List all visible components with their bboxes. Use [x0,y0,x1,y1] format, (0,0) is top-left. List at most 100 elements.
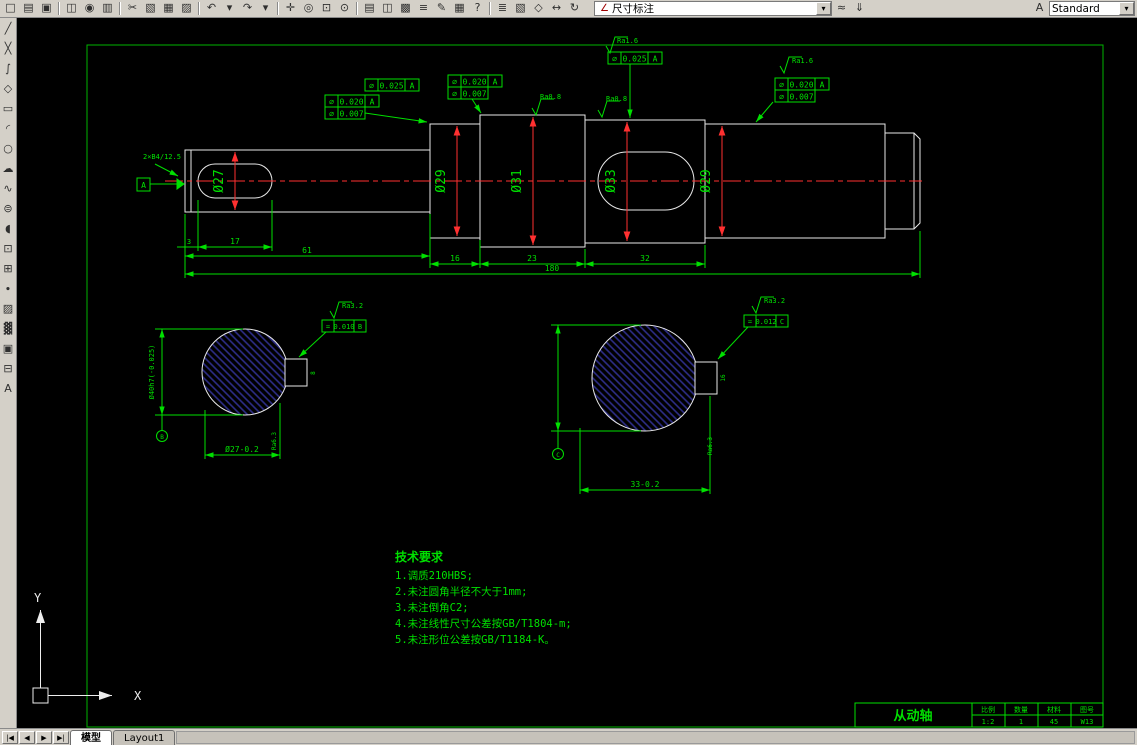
designcenter-icon[interactable]: ◫ [379,1,396,16]
tool-palettes-icon[interactable]: ▩ [397,1,414,16]
tab-nav-next-button[interactable]: ▶ [36,731,52,744]
rectangle-icon[interactable]: ▭ [1,100,16,120]
dim-text-33-flat: 33-0.2 [631,480,660,489]
layer-properties-icon[interactable]: ≣ [494,1,511,16]
model-space-canvas[interactable]: 从动轴 比例 数量 材料 图号 1:2 1 45 W13 Ø27 Ø29 Ø31… [17,18,1137,728]
dia-label-29b: Ø29 [699,169,714,192]
dim-text-180: 180 [545,264,560,273]
undo-icon[interactable]: ↶ [203,1,220,16]
redo-dropdown-icon[interactable]: ▾ [257,1,274,16]
dim-style-combo[interactable]: ∠ 尺寸标注 ▾ [594,1,832,16]
zoom-realtime-icon[interactable]: ◎ [300,1,317,16]
plot-preview-icon[interactable]: ◉ [81,1,98,16]
publish-icon[interactable]: ▥ [99,1,116,16]
f3-symbol: ⌀ [329,110,334,119]
shaft-drawing: 从动轴 比例 数量 材料 图号 1:2 1 45 W13 Ø27 Ø29 Ø31… [32,36,1104,728]
copy-icon[interactable]: ▧ [142,1,159,16]
polygon-icon[interactable]: ◇ [1,80,16,100]
line-icon[interactable]: ╱ [1,20,16,40]
point-icon[interactable]: ∙ [1,280,16,300]
leader-right-group [755,101,774,123]
match-properties-icon[interactable]: ▨ [178,1,195,16]
tab-model[interactable]: 模型 [70,730,112,745]
multiline-text-icon[interactable]: A [1,380,16,400]
tech-line-2: 2.未注圆角半径不大于1mm; [395,585,527,598]
f8-symbol: ⌀ [779,93,784,102]
spline-icon[interactable]: ∿ [1,180,16,200]
tab-nav-prev-button[interactable]: ◀ [19,731,35,744]
ellipse-icon[interactable]: ⊜ [1,200,16,220]
markup-set-manager-icon[interactable]: ✎ [433,1,450,16]
paste-icon[interactable]: ▦ [160,1,177,16]
dim-reassociate-icon[interactable]: ⇓ [851,1,868,16]
gradient-icon[interactable]: ▓ [1,320,16,340]
dim-combo-dropdown-icon[interactable]: ▾ [816,2,831,15]
dim-update-icon[interactable]: ≈ [833,1,850,16]
help-icon[interactable]: ? [469,1,486,16]
tab-layout1[interactable]: Layout1 [113,730,176,745]
pan-icon[interactable]: ✛ [282,1,299,16]
text-style-icon[interactable]: A [1031,1,1048,16]
sheet-set-manager-icon[interactable]: ≡ [415,1,432,16]
new-file-icon[interactable]: □ [2,1,19,16]
open-file-icon[interactable]: ▤ [20,1,37,16]
layer-control-icon[interactable]: ▧ [512,1,529,16]
quickcalc-icon[interactable]: ▦ [451,1,468,16]
insert-block-icon[interactable]: ⊡ [1,240,16,260]
style-combo-dropdown-icon[interactable]: ▾ [1119,2,1134,15]
dim-toolbar-icon-strip: ≈ ⇓ [833,1,868,16]
note-leader [154,163,179,177]
object-snap-icon[interactable]: ◇ [530,1,547,16]
zoom-window-icon[interactable]: ⊡ [318,1,335,16]
ellipse-arc-icon[interactable]: ◖ [1,220,16,240]
draw-toolbar-icon-strip: ╱ ╳ ∫ ◇ ▭ ◜ ○ ☁ ∿ ⊜ ◖ ⊡ ⊞ ∙ ▨ ▓ ▣ ⊟ A [1,20,16,400]
redo-icon[interactable]: ↷ [239,1,256,16]
arc-icon[interactable]: ◜ [1,120,16,140]
save-icon[interactable]: ▣ [38,1,55,16]
toolbar-separator [119,2,121,15]
revision-cloud-icon[interactable]: ☁ [1,160,16,180]
f5-value: 0.007 [462,90,486,99]
dim-style-value: 尺寸标注 [612,2,654,15]
text-style-combo[interactable]: Standard ▾ [1049,1,1135,16]
undo-dropdown-icon[interactable]: ▾ [221,1,238,16]
f5-symbol: ⌀ [452,90,457,99]
hatch-icon[interactable]: ▨ [1,300,16,320]
f1-symbol: ⌀ [369,82,374,91]
zoom-previous-icon[interactable]: ⊙ [336,1,353,16]
draw-toolbar: ╱ ╳ ∫ ◇ ▭ ◜ ○ ☁ ∿ ⊜ ◖ ⊡ ⊞ ∙ ▨ ▓ ▣ ⊟ A [0,18,17,728]
title-header-material: 材料 [1047,705,1061,714]
redraw-icon[interactable]: ↻ [566,1,583,16]
roughness-text-r2: Ra0.8 [606,95,627,103]
f1-datum: A [410,82,415,91]
make-block-icon[interactable]: ⊞ [1,260,16,280]
roughness-text-r3: Ra1.6 [617,37,638,45]
tab-nav-last-button[interactable]: ▶| [53,731,69,744]
f4-value: 0.020 [462,78,486,87]
circle-icon[interactable]: ○ [1,140,16,160]
dia-label-27: Ø27 [212,169,227,192]
f6-symbol: ⌀ [612,55,617,64]
cut-icon[interactable]: ✂ [124,1,141,16]
top-toolbar: □ ▤ ▣ ◫ ◉ ▥ ✂ ▧ ▦ ▨ ↶ ▾ ↷ ▾ ✛ ◎ ⊡ ⊙ ▤ ◫ ▩ ≡ ✎ ▦? ≣ ▧ ◇ ↔ ↻ ∠ 尺寸标注 ▾ … [0,0,1137,18]
toolbar-separator [489,2,491,15]
table-icon[interactable]: ⊟ [1,360,16,380]
part-name: 从动轴 [893,708,932,724]
properties-icon[interactable]: ▤ [361,1,378,16]
tech-title: 技术要求 [395,549,444,564]
dia-label-31: Ø31 [510,169,525,192]
roughness-text-r8: Ra6.3 [707,437,714,455]
construction-line-icon[interactable]: ╳ [1,40,16,60]
plot-icon[interactable]: ◫ [63,1,80,16]
polyline-icon[interactable]: ∫ [1,60,16,80]
datum-c-label: C [556,452,560,459]
f9-datum: B [358,323,362,331]
dim-style-icon: ∠ [600,2,609,14]
distance-icon[interactable]: ↔ [548,1,565,16]
layout-tab-bar: |◀ ◀ ▶ ▶| 模型 Layout1 [0,728,1137,745]
region-icon[interactable]: ▣ [1,340,16,360]
tab-nav-first-button[interactable]: |◀ [2,731,18,744]
tab-scroll-track[interactable] [176,731,1135,744]
top-annotations: ⌀ 0.025 A ⌀ 0.020 A ⌀ 0.007 ⌀ 0.020 A ⌀ … [136,36,830,192]
text-style-value: Standard [1052,2,1100,15]
